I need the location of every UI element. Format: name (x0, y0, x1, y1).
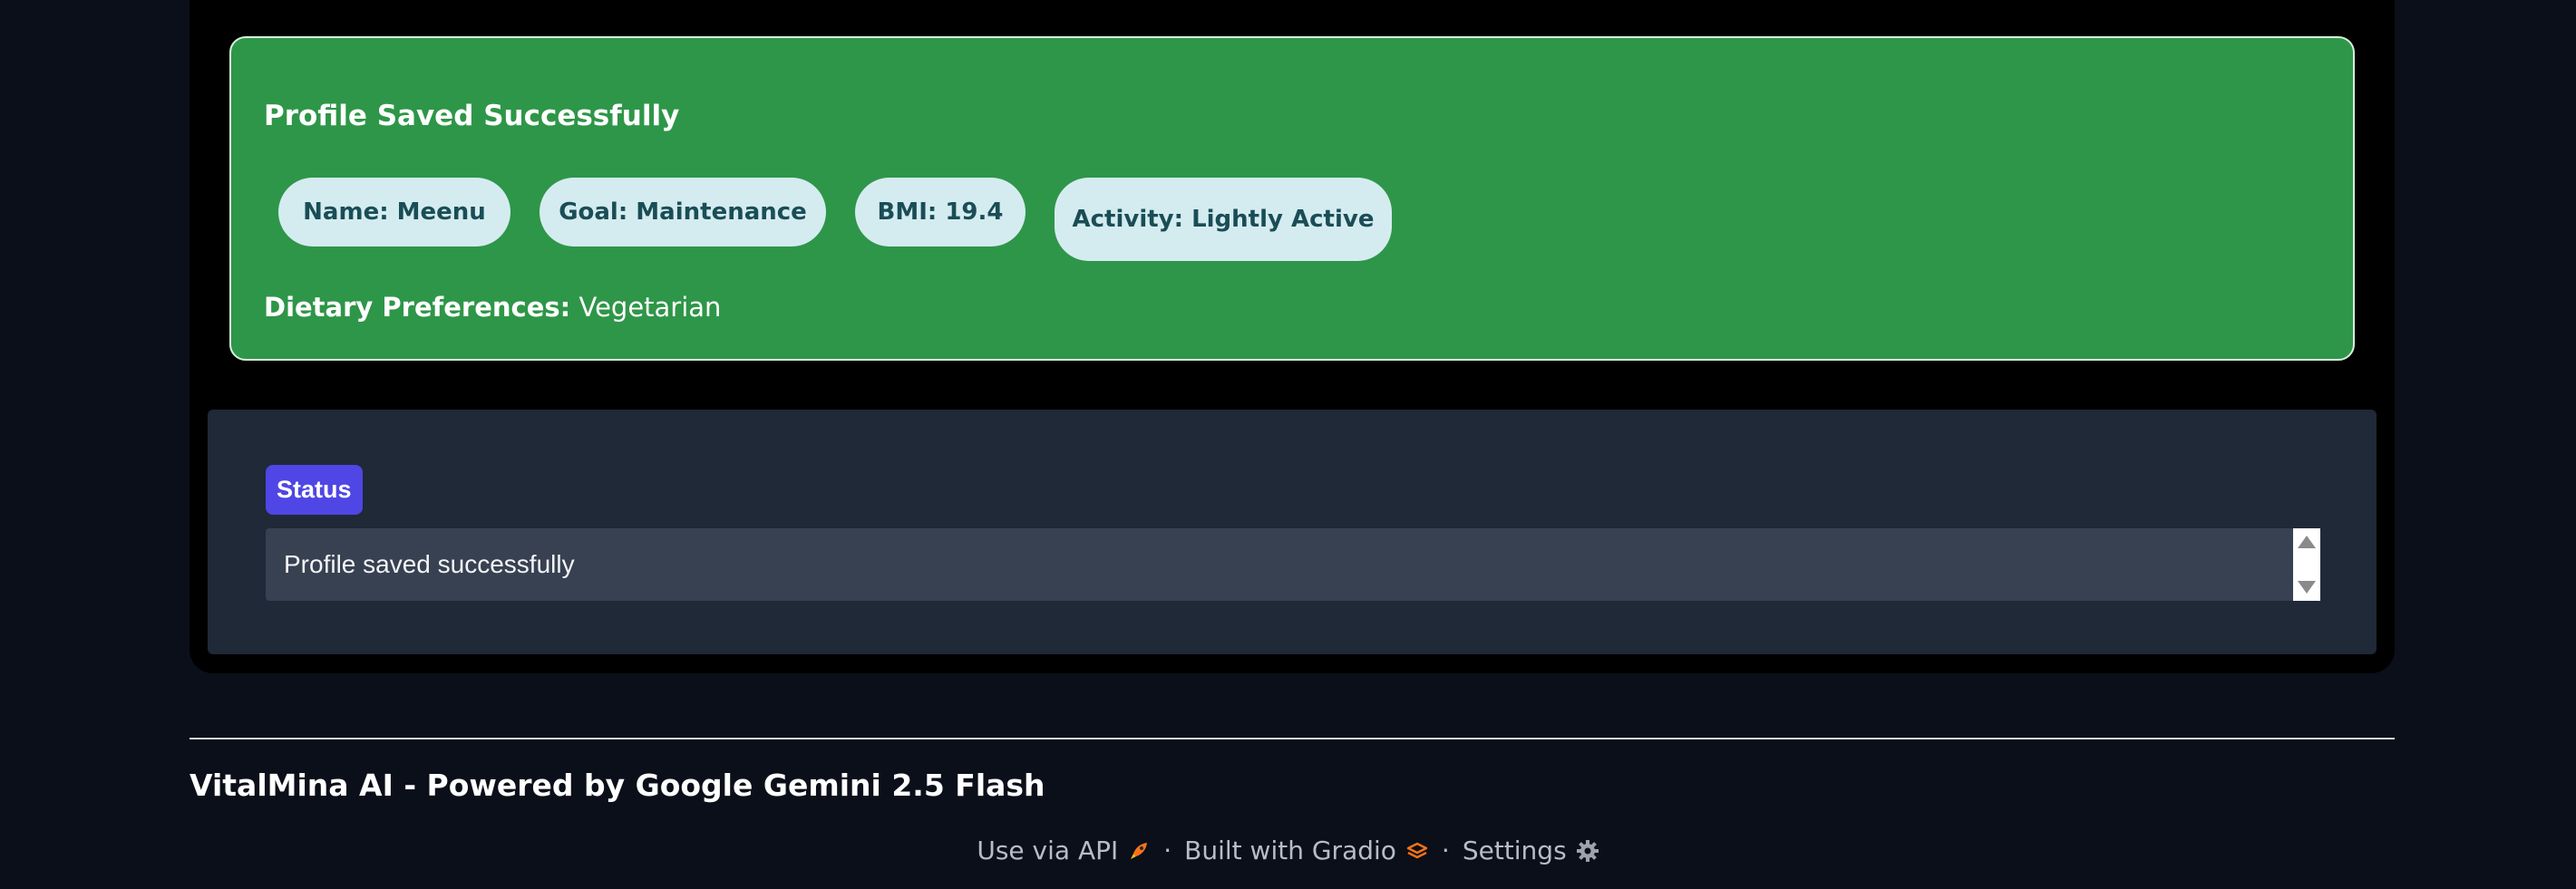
status-label: Status (266, 465, 363, 515)
footer-separator: · (1441, 836, 1450, 865)
scroll-up-arrow-icon[interactable] (2298, 536, 2316, 548)
profile-summary-card: Profile Saved Successfully Name: Meenu G… (229, 36, 2355, 361)
settings-link[interactable]: Settings (1463, 836, 1599, 865)
footer-divider (190, 738, 2395, 739)
bmi-chip: BMI: 19.4 (855, 178, 1026, 246)
use-via-api-label: Use via API (977, 836, 1119, 865)
activity-chip: Activity: Lightly Active (1055, 178, 1392, 261)
profile-card-title: Profile Saved Successfully (264, 100, 680, 132)
footer-links: Use via API · Built with Gradio · Settin… (0, 836, 2576, 865)
status-textbox[interactable]: Profile saved successfully (266, 528, 2320, 601)
settings-label: Settings (1462, 836, 1567, 865)
built-with-gradio-label: Built with Gradio (1184, 836, 1396, 865)
built-with-gradio-link[interactable]: Built with Gradio (1184, 836, 1429, 865)
rocket-icon (1131, 842, 1148, 859)
footer-separator: · (1163, 836, 1172, 865)
name-chip: Name: Meenu (278, 178, 510, 246)
goal-chip: Goal: Maintenance (540, 178, 826, 246)
status-text: Profile saved successfully (284, 550, 575, 578)
scroll-down-arrow-icon[interactable] (2298, 581, 2316, 594)
gradio-logo-icon (1406, 842, 1428, 858)
footer-title: VitalMina AI - Powered by Google Gemini … (190, 768, 1045, 803)
gear-icon (1576, 839, 1599, 862)
dietary-preferences-label: Dietary Preferences: (264, 292, 571, 323)
dietary-preferences-value: Vegetarian (578, 292, 722, 323)
status-panel: Status Profile saved successfully (208, 410, 2377, 654)
use-via-api-link[interactable]: Use via API (977, 836, 1151, 865)
status-scrollbar[interactable] (2293, 528, 2320, 601)
dietary-preferences: Dietary Preferences: Vegetarian (264, 292, 721, 323)
